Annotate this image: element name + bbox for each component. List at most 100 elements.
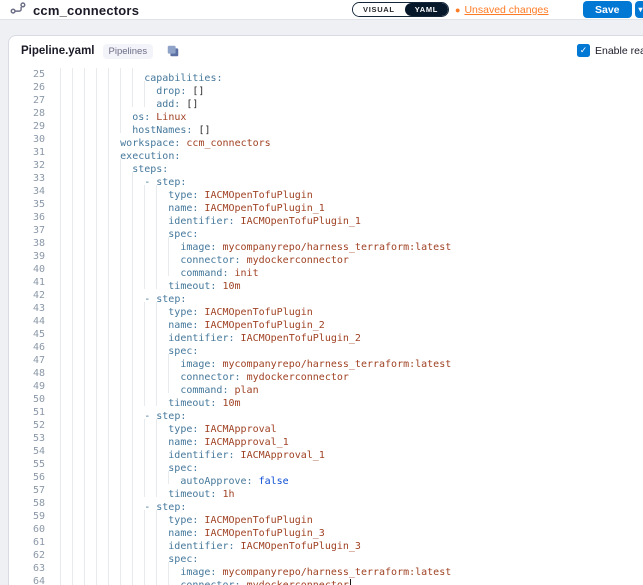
line-number[interactable]: 37: [9, 224, 45, 237]
code-line[interactable]: 26drop: []: [9, 81, 643, 94]
code-line[interactable]: 44name: IACMOpenTofuPlugin_2: [9, 315, 643, 328]
line-number[interactable]: 34: [9, 185, 45, 198]
line-number[interactable]: 50: [9, 393, 45, 406]
code-line[interactable]: 48connector: mydockerconnector: [9, 367, 643, 380]
code-line[interactable]: 29hostNames: []: [9, 120, 643, 133]
line-number[interactable]: 36: [9, 211, 45, 224]
code-line[interactable]: 32steps:: [9, 159, 643, 172]
code-text[interactable]: spec:: [45, 458, 198, 471]
line-number[interactable]: 63: [9, 562, 45, 575]
line-number[interactable]: 33: [9, 172, 45, 185]
code-line[interactable]: 54identifier: IACMApproval_1: [9, 445, 643, 458]
code-line[interactable]: 42- step:: [9, 289, 643, 302]
code-line[interactable]: 63image: mycompanyrepo/harness_terraform…: [9, 562, 643, 575]
code-line[interactable]: 50timeout: 10m: [9, 393, 643, 406]
line-number[interactable]: 31: [9, 146, 45, 159]
unsaved-changes-link[interactable]: ● Unsaved changes: [455, 4, 549, 16]
code-text[interactable]: - step:: [45, 406, 186, 419]
code-text[interactable]: timeout: 10m: [45, 276, 241, 289]
save-menu-button-clipped[interactable]: ▾: [635, 1, 643, 18]
line-number[interactable]: 53: [9, 432, 45, 445]
code-text[interactable]: connector: mydockerconnector: [45, 367, 349, 380]
code-text[interactable]: - step:: [45, 172, 186, 185]
line-number[interactable]: 28: [9, 107, 45, 120]
code-line[interactable]: 34type: IACMOpenTofuPlugin: [9, 185, 643, 198]
enable-edit-checkbox[interactable]: ✓: [577, 44, 590, 57]
code-text[interactable]: add: []: [45, 94, 198, 107]
line-number[interactable]: 42: [9, 289, 45, 302]
line-number[interactable]: 45: [9, 328, 45, 341]
code-line[interactable]: 61identifier: IACMOpenTofuPlugin_3: [9, 536, 643, 549]
code-text[interactable]: image: mycompanyrepo/harness_terraform:l…: [45, 354, 451, 367]
code-text[interactable]: - step:: [45, 289, 186, 302]
code-text[interactable]: capabilities:: [45, 68, 223, 81]
yaml-editor[interactable]: 25capabilities:26drop: []27add: []28os: …: [9, 66, 643, 585]
code-line[interactable]: 41timeout: 10m: [9, 276, 643, 289]
code-line[interactable]: 47image: mycompanyrepo/harness_terraform…: [9, 354, 643, 367]
copy-icon[interactable]: [166, 44, 180, 58]
code-text[interactable]: hostNames: []: [45, 120, 210, 133]
code-line[interactable]: 31execution:: [9, 146, 643, 159]
line-number[interactable]: 48: [9, 367, 45, 380]
code-line[interactable]: 64connector: mydockerconnector: [9, 575, 643, 585]
code-line[interactable]: 58- step:: [9, 497, 643, 510]
line-number[interactable]: 27: [9, 94, 45, 107]
code-line[interactable]: 55spec:: [9, 458, 643, 471]
line-number[interactable]: 35: [9, 198, 45, 211]
code-line[interactable]: 28os: Linux: [9, 107, 643, 120]
line-number[interactable]: 44: [9, 315, 45, 328]
code-line[interactable]: 43type: IACMOpenTofuPlugin: [9, 302, 643, 315]
line-number[interactable]: 49: [9, 380, 45, 393]
line-number[interactable]: 39: [9, 250, 45, 263]
code-text[interactable]: spec:: [45, 224, 198, 237]
code-line[interactable]: 25capabilities:: [9, 68, 643, 81]
line-number[interactable]: 29: [9, 120, 45, 133]
unsaved-changes-label[interactable]: Unsaved changes: [464, 4, 548, 16]
code-line[interactable]: 27add: []: [9, 94, 643, 107]
code-line[interactable]: 39connector: mydockerconnector: [9, 250, 643, 263]
code-text[interactable]: identifier: IACMOpenTofuPlugin_3: [45, 536, 361, 549]
code-line[interactable]: 36identifier: IACMOpenTofuPlugin_1: [9, 211, 643, 224]
line-number[interactable]: 59: [9, 510, 45, 523]
code-line[interactable]: 30workspace: ccm_connectors: [9, 133, 643, 146]
code-text[interactable]: name: IACMOpenTofuPlugin_1: [45, 198, 325, 211]
line-number[interactable]: 56: [9, 471, 45, 484]
line-number[interactable]: 30: [9, 133, 45, 146]
code-text[interactable]: timeout: 1h: [45, 484, 235, 497]
line-number[interactable]: 57: [9, 484, 45, 497]
line-number[interactable]: 64: [9, 575, 45, 585]
code-text[interactable]: type: IACMOpenTofuPlugin: [45, 510, 313, 523]
line-number[interactable]: 40: [9, 263, 45, 276]
code-text[interactable]: drop: []: [45, 81, 204, 94]
line-number[interactable]: 26: [9, 81, 45, 94]
code-text[interactable]: identifier: IACMOpenTofuPlugin_1: [45, 211, 361, 224]
code-text[interactable]: os: Linux: [45, 107, 186, 120]
code-text[interactable]: - step:: [45, 497, 186, 510]
line-number[interactable]: 61: [9, 536, 45, 549]
save-button[interactable]: Save: [583, 1, 632, 18]
code-text[interactable]: name: IACMOpenTofuPlugin_3: [45, 523, 325, 536]
line-number[interactable]: 60: [9, 523, 45, 536]
code-text[interactable]: autoApprove: false: [45, 471, 289, 484]
code-text[interactable]: image: mycompanyrepo/harness_terraform:l…: [45, 237, 451, 250]
code-text[interactable]: timeout: 10m: [45, 393, 241, 406]
line-number[interactable]: 52: [9, 419, 45, 432]
code-text[interactable]: type: IACMApproval: [45, 419, 277, 432]
code-text[interactable]: identifier: IACMApproval_1: [45, 445, 325, 458]
line-number[interactable]: 46: [9, 341, 45, 354]
code-text[interactable]: command: plan: [45, 380, 259, 393]
code-line[interactable]: 33- step:: [9, 172, 643, 185]
code-line[interactable]: 51- step:: [9, 406, 643, 419]
code-text[interactable]: image: mycompanyrepo/harness_terraform:l…: [45, 562, 451, 575]
code-text[interactable]: type: IACMOpenTofuPlugin: [45, 302, 313, 315]
code-text[interactable]: type: IACMOpenTofuPlugin: [45, 185, 313, 198]
code-line[interactable]: 53name: IACMApproval_1: [9, 432, 643, 445]
code-text[interactable]: connector: mydockerconnector: [45, 250, 349, 263]
line-number[interactable]: 32: [9, 159, 45, 172]
code-text[interactable]: name: IACMApproval_1: [45, 432, 289, 445]
line-number[interactable]: 54: [9, 445, 45, 458]
line-number[interactable]: 58: [9, 497, 45, 510]
code-line[interactable]: 57timeout: 1h: [9, 484, 643, 497]
code-text[interactable]: command: init: [45, 263, 259, 276]
yaml-toggle-button[interactable]: YAML: [405, 3, 448, 16]
